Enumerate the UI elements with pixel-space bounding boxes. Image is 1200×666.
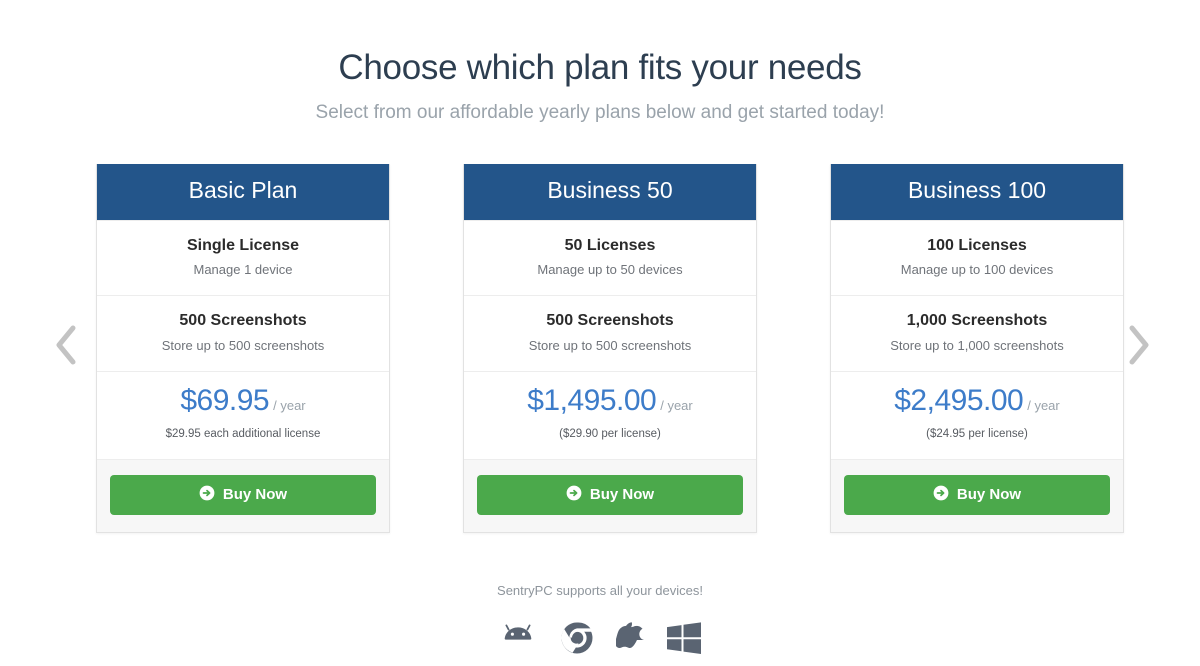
plan-license-title: Single License [186,236,300,254]
plan-card-business-50: Business 50 50 Licenses Manage up to 50 … [463,164,757,533]
plan-price-row: $1,495.00 / year ($29.90 per license) [464,371,756,459]
plan-price-note: ($29.90 per license) [559,428,661,441]
plan-screenshots-title: 500 Screenshots [546,312,674,330]
arrow-circle-icon [933,485,949,505]
buy-now-button[interactable]: Buy Now [477,474,743,515]
plan-price-period: / year [1027,398,1060,414]
plan-screenshots-title: 500 Screenshots [179,312,307,330]
plan-card-footer: Buy Now [97,458,389,532]
plan-price: $1,495.00 [527,384,657,418]
plan-card-basic: Basic Plan Single License Manage 1 devic… [96,164,390,533]
plan-card-footer: Buy Now [464,458,756,532]
chrome-icon [560,621,594,655]
plan-cards: Basic Plan Single License Manage 1 devic… [96,164,1124,533]
plan-name: Business 50 [464,164,756,220]
plan-card-footer: Buy Now [831,458,1123,532]
pricing-page: Choose which plan fits your needs Select… [0,0,1200,666]
page-heading: Choose which plan fits your needs Select… [0,0,1200,125]
buy-now-label: Buy Now [956,486,1022,504]
android-icon [498,623,538,653]
plan-price-line: $2,495.00 / year [841,386,1113,416]
plan-license-row: Single License Manage 1 device [97,219,389,296]
plan-price: $2,495.00 [894,384,1024,418]
plan-license-title: 50 Licenses [564,236,656,254]
plan-screenshots-row: 500 Screenshots Store up to 500 screensh… [464,295,756,371]
windows-icon [666,621,702,655]
buy-now-label: Buy Now [589,486,655,504]
page-title: Choose which plan fits your needs [338,48,862,87]
plan-screenshots-sub: Store up to 500 screenshots [528,338,692,354]
plan-price-line: $1,495.00 / year [474,386,746,416]
plan-license-row: 100 Licenses Manage up to 100 devices [831,219,1123,296]
plan-price-row: $2,495.00 / year ($24.95 per license) [831,371,1123,459]
plan-screenshots-row: 1,000 Screenshots Store up to 1,000 scre… [831,295,1123,371]
plan-price-period: / year [273,398,306,414]
plan-price-period: / year [660,398,693,414]
chevron-left-icon [53,323,79,367]
buy-now-button[interactable]: Buy Now [110,474,376,515]
plan-screenshots-sub: Store up to 1,000 screenshots [890,338,1064,354]
plan-screenshots-row: 500 Screenshots Store up to 500 screensh… [97,295,389,371]
plan-license-sub: Manage up to 100 devices [900,262,1054,278]
plan-price-note: ($24.95 per license) [926,428,1028,441]
arrow-circle-icon [566,485,582,505]
plan-price: $69.95 [180,384,270,418]
buy-now-label: Buy Now [222,486,288,504]
plan-price-line: $69.95 / year [107,386,379,416]
carousel-prev-button[interactable] [36,164,96,526]
plan-license-title: 100 Licenses [927,236,1027,254]
plan-price-row: $69.95 / year $29.95 each additional lic… [97,371,389,459]
plan-carousel: Basic Plan Single License Manage 1 devic… [0,164,1200,533]
plan-screenshots-title: 1,000 Screenshots [906,312,1048,330]
supported-devices-icons [0,621,1200,655]
plan-license-row: 50 Licenses Manage up to 50 devices [464,219,756,296]
chevron-right-icon [1126,323,1152,367]
supported-devices: SentryPC supports all your devices! [0,583,1200,655]
plan-card-business-100: Business 100 100 Licenses Manage up to 1… [830,164,1124,533]
plan-license-sub: Manage up to 50 devices [537,262,683,278]
buy-now-button[interactable]: Buy Now [844,474,1110,515]
plan-name: Business 100 [831,164,1123,220]
plan-name: Basic Plan [97,164,389,220]
plan-screenshots-sub: Store up to 500 screenshots [161,338,325,354]
plan-license-sub: Manage 1 device [193,262,293,278]
page-subtitle: Select from our affordable yearly plans … [315,102,885,124]
arrow-circle-icon [199,485,215,505]
supported-devices-text: SentryPC supports all your devices! [497,583,703,598]
apple-icon [616,621,644,655]
plan-price-note: $29.95 each additional license [165,428,321,441]
